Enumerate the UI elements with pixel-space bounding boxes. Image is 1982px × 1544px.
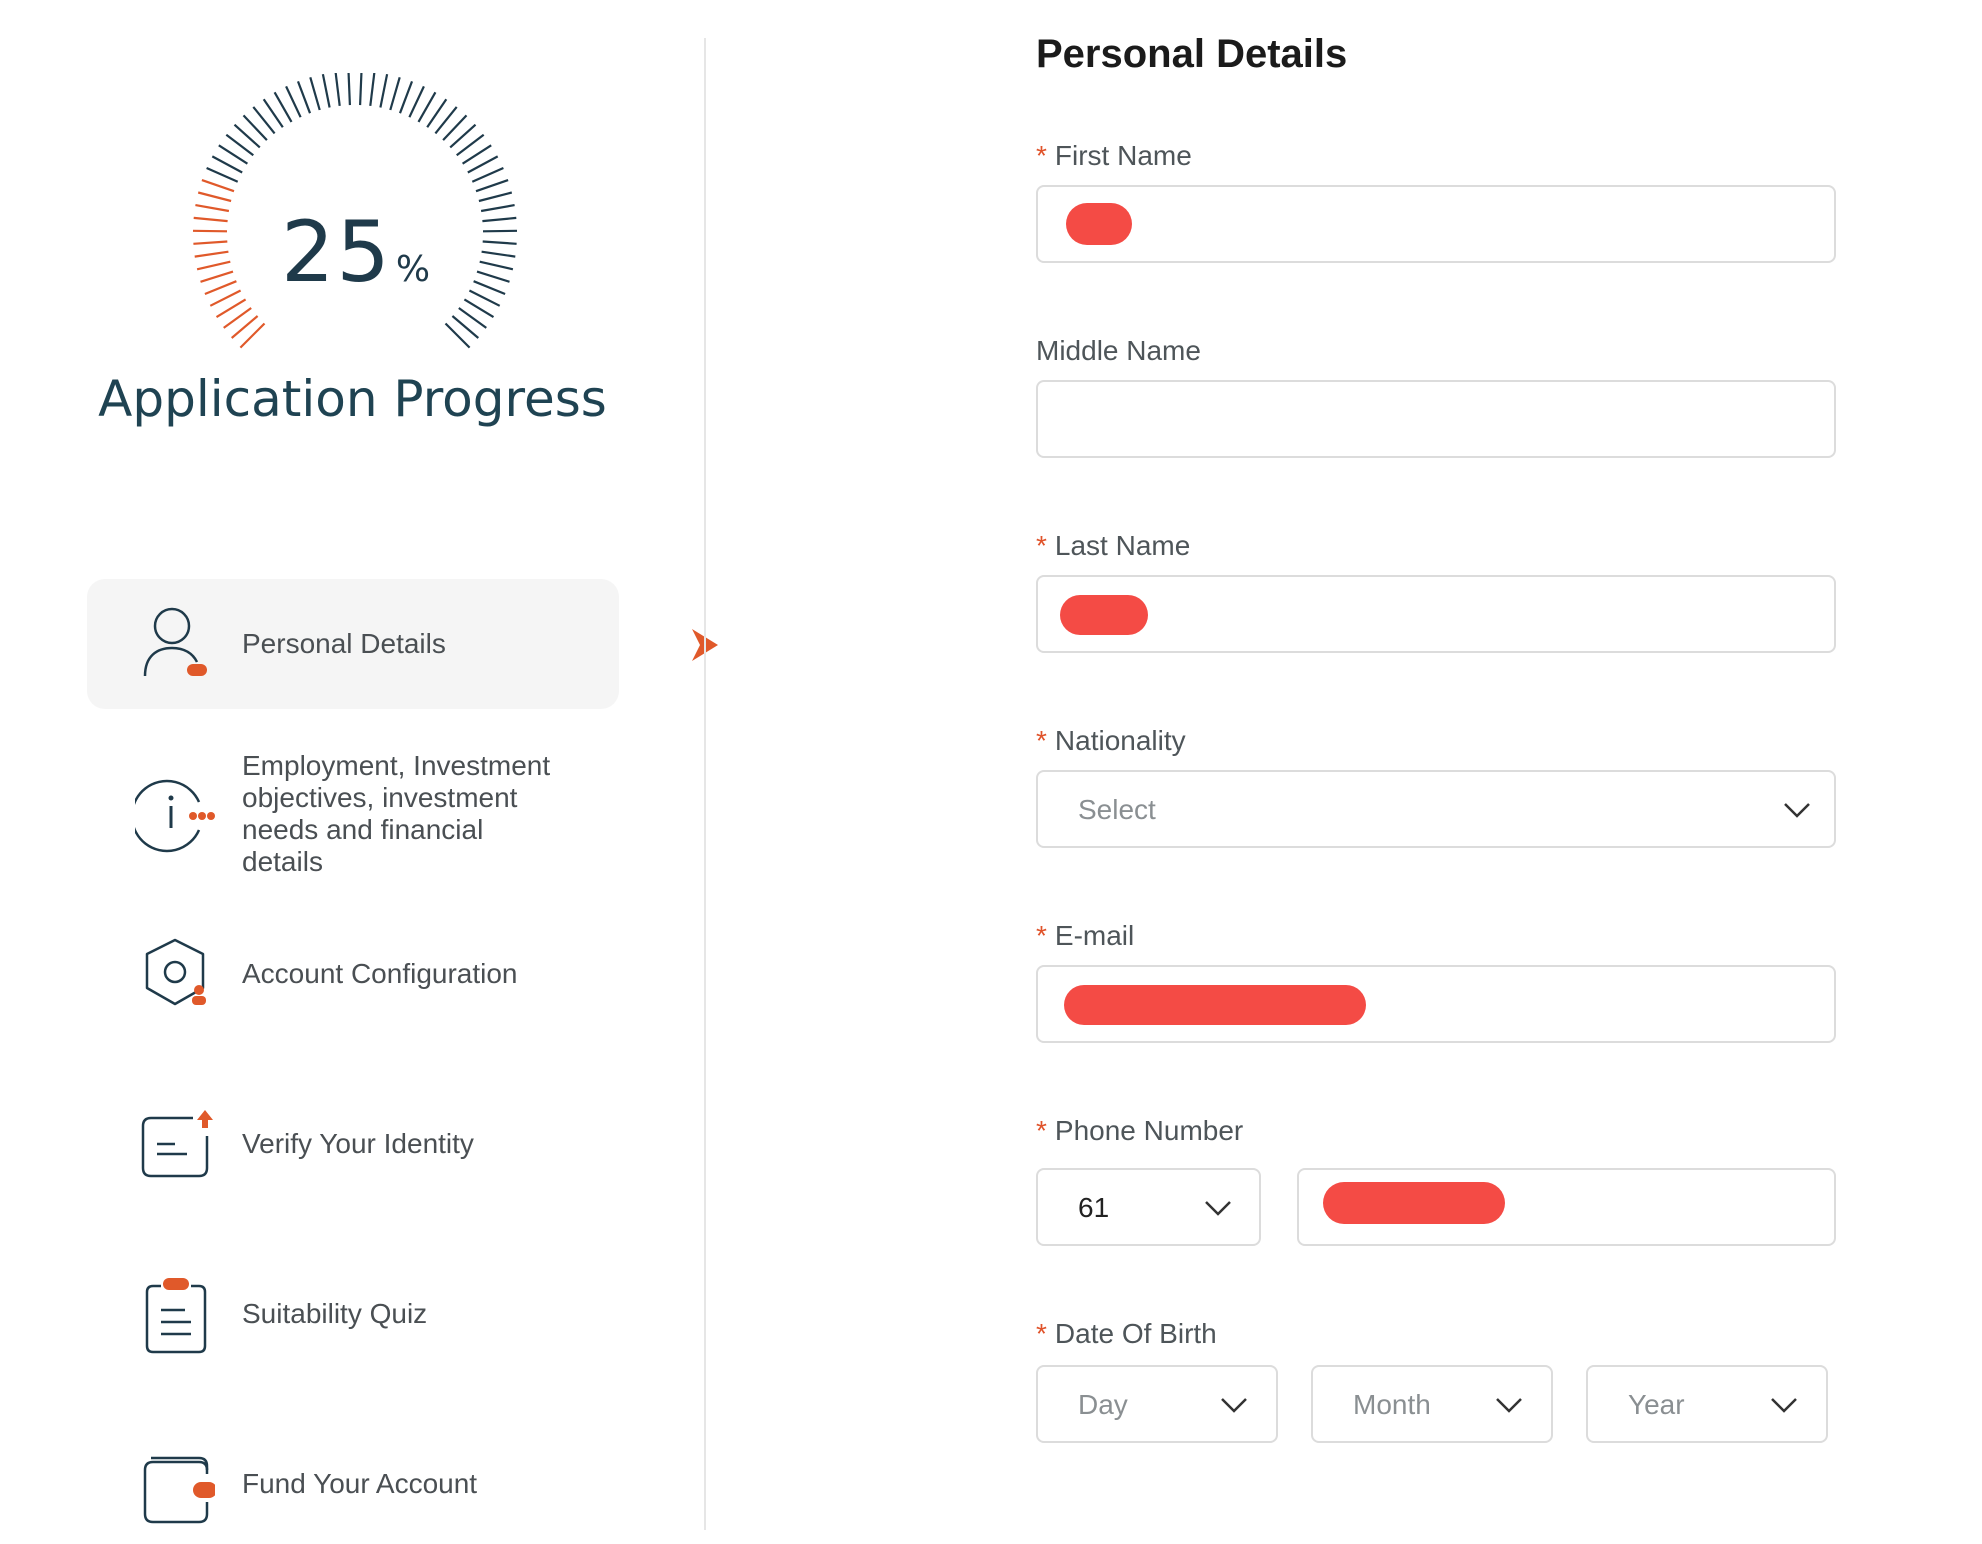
gauge-tick [359, 73, 363, 106]
dob-day-placeholder: Day [1078, 1389, 1128, 1420]
step-label: Fund Your Account [242, 1468, 478, 1499]
dob-year-select[interactable]: Year [1586, 1365, 1828, 1443]
first-name-label-text: First Name [1054, 140, 1192, 171]
country-code-value: 61 [1078, 1192, 1110, 1223]
nationality-placeholder: Select [1078, 794, 1156, 825]
step-employment-details[interactable]: Employment, Investment objectives, inves… [87, 744, 619, 879]
dob-month-select[interactable]: Month [1311, 1365, 1553, 1443]
gauge-tick [389, 76, 401, 111]
wallet-icon [143, 1456, 215, 1524]
first-name-input[interactable] [1036, 185, 1836, 263]
middle-name-input[interactable] [1036, 380, 1836, 458]
chevron-down-icon [1205, 1201, 1231, 1216]
middle-name-label: Middle Name [1036, 335, 1201, 366]
email-label: * E-mail [1036, 920, 1134, 952]
person-icon [143, 607, 207, 677]
dob-label: * Date Of Birth [1036, 1318, 1217, 1350]
required-mark: * [1036, 1318, 1047, 1349]
required-mark: * [1036, 725, 1047, 756]
step-verify-identity[interactable]: Verify Your Identity [87, 1084, 619, 1204]
required-mark: * [1036, 530, 1047, 561]
gauge-tick [211, 155, 243, 174]
progress-percent-sign: % [395, 249, 431, 290]
dob-day-select[interactable]: Day [1036, 1365, 1278, 1443]
first-name-label: * First Name [1036, 140, 1192, 172]
phone-label: * Phone Number [1036, 1115, 1243, 1147]
gauge-tick [369, 73, 376, 107]
gauge-tick [201, 179, 235, 193]
hexagon-settings-icon [145, 938, 206, 1006]
required-mark: * [1036, 920, 1047, 951]
redaction-mark [1323, 1182, 1505, 1224]
nationality-label-text: Nationality [1054, 725, 1186, 756]
required-mark: * [1036, 140, 1047, 171]
phone-label-text: Phone Number [1054, 1115, 1244, 1146]
progress-sidebar: 25% Application Progress Personal Detail… [0, 0, 718, 1530]
step-personal-details[interactable]: Personal Details [87, 579, 619, 709]
step-suitability-quiz[interactable]: Suitability Quiz [87, 1254, 619, 1374]
chevron-down-icon [1221, 1398, 1247, 1413]
gauge-tick [197, 191, 232, 203]
nationality-label: * Nationality [1036, 725, 1186, 757]
dob-year-placeholder: Year [1628, 1389, 1685, 1420]
chevron-down-icon [1771, 1398, 1797, 1413]
gauge-tick [347, 73, 351, 106]
email-label-text: E-mail [1054, 920, 1135, 951]
step-label: Suitability Quiz [242, 1298, 428, 1329]
step-account-configuration[interactable]: Account Configuration [87, 914, 619, 1034]
dob-month-placeholder: Month [1353, 1389, 1431, 1420]
step-label: Employment, Investment objectives, inves… [242, 750, 551, 877]
chevron-down-icon [1496, 1398, 1522, 1413]
gauge-tick [334, 73, 341, 107]
gauge-tick [408, 85, 425, 118]
step-label: Verify Your Identity [242, 1128, 474, 1159]
progress-gauge: 25% [173, 73, 538, 363]
redaction-mark [1064, 985, 1366, 1025]
country-code-select[interactable]: 61 [1036, 1168, 1261, 1246]
panel-divider [704, 38, 706, 1530]
gauge-tick [321, 73, 331, 108]
gauge-tick [206, 166, 239, 183]
last-name-label-text: Last Name [1054, 530, 1191, 561]
gauge-tick [467, 155, 499, 174]
redaction-mark [1066, 203, 1132, 245]
id-card-upload-icon [141, 1110, 213, 1178]
gauge-tick [475, 179, 509, 193]
redaction-mark [1060, 595, 1148, 635]
required-mark: * [1036, 1115, 1047, 1146]
nationality-select[interactable]: Select [1036, 770, 1836, 848]
info-icon [135, 779, 215, 853]
progress-value: 25% [173, 203, 538, 301]
clipboard-icon [145, 1278, 207, 1354]
step-fund-account[interactable]: Fund Your Account [87, 1424, 619, 1544]
form-title: Personal Details [1036, 32, 1348, 76]
gauge-tick [379, 73, 389, 108]
gauge-tick [398, 81, 414, 114]
email-input[interactable] [1036, 965, 1836, 1043]
progress-title: Application Progress [98, 370, 607, 428]
step-label: Personal Details [242, 628, 446, 659]
dob-label-text: Date Of Birth [1054, 1318, 1217, 1349]
last-name-input[interactable] [1036, 575, 1836, 653]
gauge-tick [471, 166, 504, 183]
last-name-label: * Last Name [1036, 530, 1190, 562]
gauge-tick [285, 85, 302, 118]
progress-number: 25 [280, 203, 392, 301]
phone-number-input[interactable] [1297, 1168, 1836, 1246]
chevron-down-icon [1784, 803, 1810, 818]
step-label: Account Configuration [242, 958, 518, 989]
gauge-tick [309, 76, 321, 111]
gauge-tick [478, 191, 513, 203]
gauge-tick [296, 81, 312, 114]
